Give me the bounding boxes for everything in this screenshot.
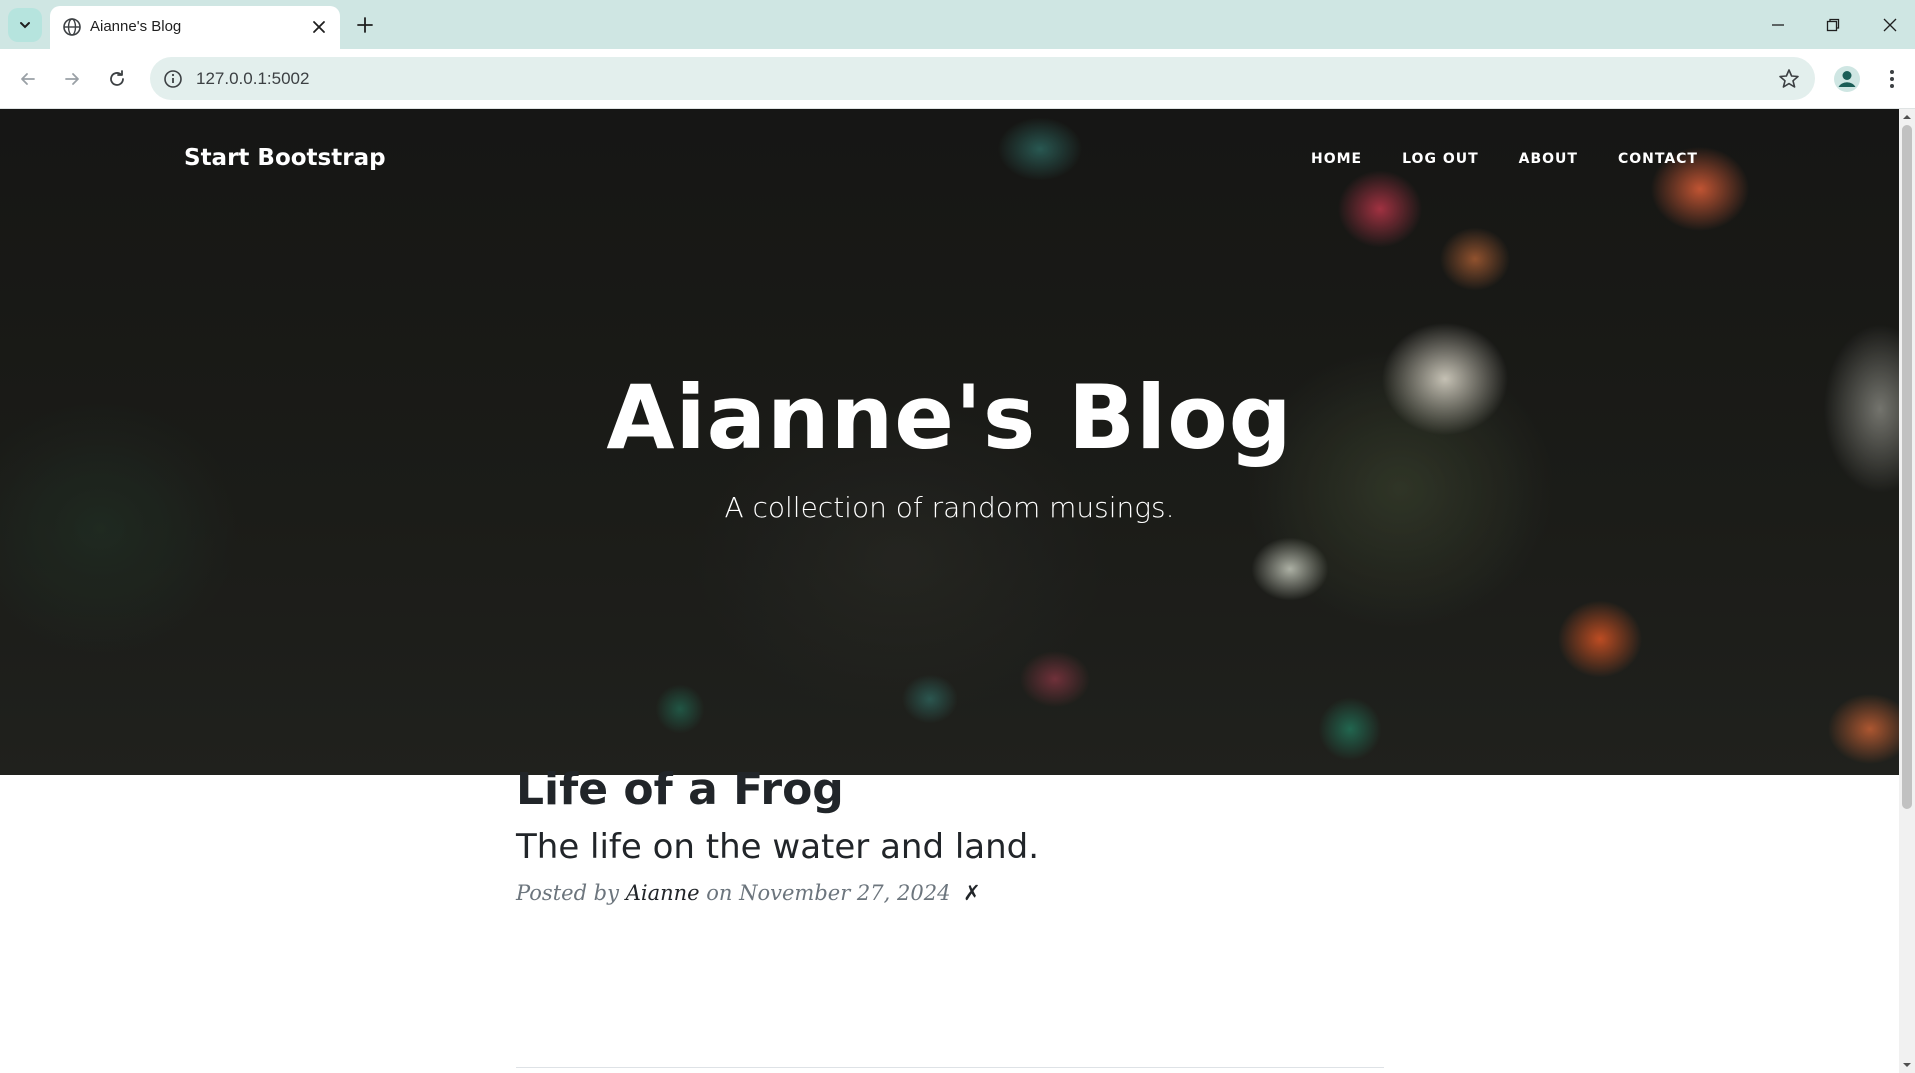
scroll-down-arrow-icon[interactable]	[1899, 1057, 1915, 1073]
restore-icon	[1826, 18, 1840, 32]
browser-tabstrip: Aianne's Blog	[0, 0, 1915, 49]
post-divider	[516, 1067, 1384, 1068]
post-meta-prefix: Posted by	[516, 881, 619, 905]
close-icon	[1883, 18, 1897, 32]
back-button[interactable]	[15, 66, 41, 92]
post-preview: Life of a Frog The life on the water and…	[516, 764, 1384, 905]
browser-menu-button[interactable]	[1877, 64, 1907, 94]
tab-search-button[interactable]	[8, 8, 42, 42]
new-tab-icon[interactable]	[354, 14, 376, 36]
arrow-left-icon	[21, 73, 35, 85]
minimize-button[interactable]	[1765, 12, 1791, 38]
nav-log-out[interactable]: LOG OUT	[1402, 151, 1479, 167]
post-meta-date-prefix: on	[706, 881, 733, 905]
nav-about[interactable]: ABOUT	[1519, 151, 1578, 167]
close-window-button[interactable]	[1877, 12, 1903, 38]
post-subtitle[interactable]: The life on the water and land.	[516, 827, 1384, 867]
scrollbar-thumb[interactable]	[1902, 125, 1912, 809]
scroll-up-arrow-icon[interactable]	[1899, 109, 1915, 125]
site-info-icon[interactable]	[162, 68, 184, 90]
browser-toolbar: 127.0.0.1:5002	[0, 49, 1915, 109]
page-viewport: Start Bootstrap HOME LOG OUT ABOUT CONTA…	[0, 109, 1915, 1073]
forward-button[interactable]	[59, 66, 85, 92]
address-bar[interactable]: 127.0.0.1:5002	[150, 57, 1815, 100]
post-meta: Posted by Aianne on November 27, 2024 ✗	[516, 881, 1384, 905]
reload-icon	[110, 70, 124, 86]
navbar-brand[interactable]: Start Bootstrap	[184, 145, 386, 171]
post-date: November 27, 2024	[739, 881, 951, 905]
url-text[interactable]: 127.0.0.1:5002	[196, 69, 309, 89]
bookmark-star-icon[interactable]	[1777, 67, 1801, 91]
hero-subtitle: A collection of random musings.	[724, 491, 1175, 524]
minimize-icon	[1772, 24, 1784, 26]
close-tab-icon[interactable]	[310, 18, 328, 36]
profile-avatar-icon[interactable]	[1832, 64, 1862, 94]
page-scrollbar[interactable]	[1899, 109, 1915, 1073]
restore-button[interactable]	[1820, 12, 1846, 38]
tab-title: Aianne's Blog	[90, 18, 182, 35]
nav-home[interactable]: HOME	[1311, 151, 1362, 167]
chevron-down-icon	[20, 22, 30, 29]
more-vertical-icon	[1890, 70, 1894, 88]
post-author-link[interactable]: Aianne	[626, 881, 700, 905]
main-nav: HOME LOG OUT ABOUT CONTACT	[1311, 151, 1738, 167]
delete-post-link[interactable]: ✗	[963, 881, 981, 905]
hero-header: Start Bootstrap HOME LOG OUT ABOUT CONTA…	[0, 109, 1899, 775]
globe-icon	[63, 18, 81, 36]
browser-tab-active[interactable]: Aianne's Blog	[50, 6, 340, 49]
reload-button[interactable]	[104, 66, 130, 92]
nav-contact[interactable]: CONTACT	[1618, 151, 1698, 167]
post-title[interactable]: Life of a Frog	[516, 764, 1384, 815]
hero-title: Aianne's Blog	[606, 366, 1293, 469]
arrow-right-icon	[65, 73, 79, 85]
